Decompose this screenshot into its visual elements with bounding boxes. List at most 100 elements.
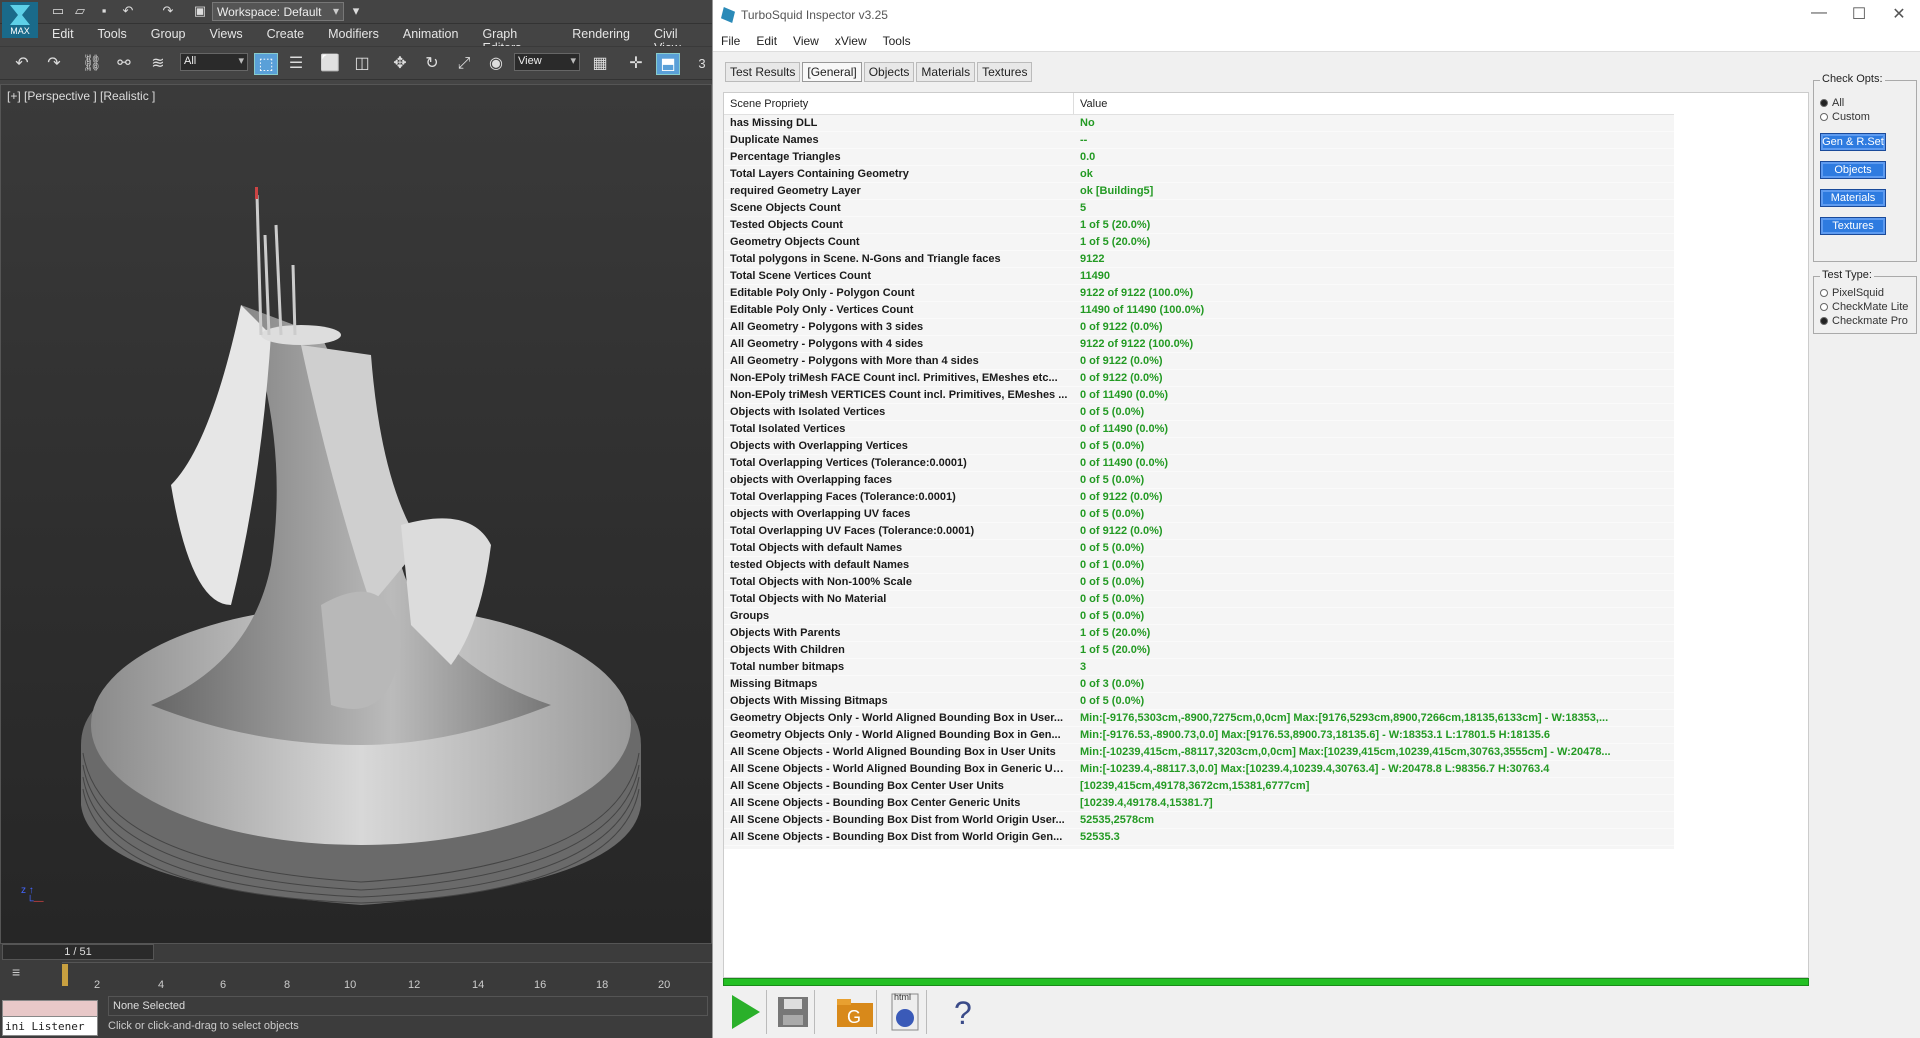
select-by-name-icon[interactable]: ☰ [284, 53, 308, 75]
materials-button[interactable]: Materials [1820, 189, 1886, 207]
menu-civil-view[interactable]: Civil View [642, 25, 712, 55]
table-row[interactable]: Objects With Missing Bitmaps 0 of 5 (0.0%… [724, 693, 1674, 710]
menu-xview[interactable]: xView [827, 30, 875, 51]
table-row[interactable]: Scene Objects Count 5 [724, 200, 1674, 217]
table-row[interactable]: All Scene Objects - World Aligned Boundi… [724, 744, 1674, 761]
project-icon[interactable]: ▣ [190, 3, 210, 19]
table-row[interactable]: Objects with Overlapping Vertices 0 of 5 … [724, 438, 1674, 455]
table-row[interactable]: Percentage Triangles 0.0 [724, 149, 1674, 166]
menu-animation[interactable]: Animation [391, 25, 471, 45]
track-bar[interactable]: 2 4 6 8 10 12 14 16 18 20 [62, 962, 712, 991]
table-row[interactable]: All Scene Objects - Bounding Box Center … [724, 795, 1674, 812]
table-row[interactable]: All Scene Objects - World Aligned Boundi… [724, 761, 1674, 778]
table-row[interactable]: Duplicate Names -- [724, 132, 1674, 149]
open-file-icon[interactable]: ▱ [70, 3, 90, 19]
window-crossing-icon[interactable]: ◫ [350, 53, 374, 75]
menu-tools[interactable]: Tools [86, 25, 139, 45]
bind-space-warp-icon[interactable]: ≋ [146, 53, 170, 75]
viewport-label[interactable]: [+] [Perspective ] [Realistic ] [7, 89, 155, 103]
table-row[interactable]: Non-EPoly triMesh VERTICES Count incl. P… [724, 387, 1674, 404]
menu-rendering[interactable]: Rendering [560, 25, 642, 45]
selection-filter-dropdown[interactable]: All [180, 53, 248, 71]
table-row[interactable]: Total Objects with default Names 0 of 5 (… [724, 540, 1674, 557]
objects-button[interactable]: Objects [1820, 161, 1886, 179]
table-row[interactable]: Geometry Objects Count 1 of 5 (20.0%) [724, 234, 1674, 251]
tab-textures[interactable]: Textures [977, 62, 1033, 82]
table-row[interactable]: Total Objects with No Material 0 of 5 (0.… [724, 591, 1674, 608]
menu-tools[interactable]: Tools [875, 30, 919, 51]
ref-coord-dropdown[interactable]: View [514, 53, 580, 71]
rectangular-selection-icon[interactable]: ⬜ [318, 53, 342, 75]
snap-toggle-icon[interactable]: 3 [690, 53, 714, 75]
table-row[interactable]: Total Overlapping UV Faces (Tolerance:0.… [724, 523, 1674, 540]
run-button[interactable] [723, 990, 767, 1034]
table-row[interactable]: Missing Bitmaps 0 of 3 (0.0%) [724, 676, 1674, 693]
test-type-pixelsquid[interactable]: PixelSquid [1820, 287, 1910, 299]
table-row[interactable]: Editable Poly Only - Polygon Count 9122 o… [724, 285, 1674, 302]
manipulate-icon[interactable]: ✛ [624, 53, 648, 75]
menu-views[interactable]: Views [197, 25, 254, 45]
help-button[interactable]: ? [943, 990, 987, 1034]
table-row[interactable]: Editable Poly Only - Vertices Count 11490… [724, 302, 1674, 319]
tab-test-results[interactable]: Test Results [725, 62, 801, 82]
menu-edit[interactable]: Edit [748, 30, 785, 51]
menu-modifiers[interactable]: Modifiers [316, 25, 391, 45]
time-slider[interactable]: 1 / 51 [2, 944, 154, 960]
menu-create[interactable]: Create [255, 25, 317, 45]
move-icon[interactable]: ✥ [388, 53, 412, 75]
undo-icon[interactable]: ↶ [118, 3, 138, 19]
building-model[interactable] [71, 185, 651, 925]
results-grid[interactable]: Scene Propriety Value has Missing DLL No D… [723, 92, 1809, 978]
menu-file[interactable]: File [713, 30, 748, 51]
test-type-checkmate-lite[interactable]: CheckMate Lite [1820, 301, 1910, 313]
table-row[interactable]: Total Objects with Non-100% Scale 0 of 5 … [724, 574, 1674, 591]
minimize-icon[interactable]: — [1803, 4, 1835, 22]
table-row[interactable]: All Geometry - Polygons with 3 sides 0 of… [724, 319, 1674, 336]
current-frame-marker[interactable] [62, 964, 68, 986]
table-row[interactable]: Total number bitmaps 3 [724, 659, 1674, 676]
table-row[interactable]: Geometry Objects Only - World Aligned Bo… [724, 727, 1674, 744]
save-file-icon[interactable]: ▪ [94, 3, 114, 18]
menu-group[interactable]: Group [139, 25, 198, 45]
table-row[interactable]: Total Overlapping Vertices (Tolerance:0.… [724, 455, 1674, 472]
undo-icon[interactable]: ↶ [10, 53, 34, 75]
table-row[interactable]: Total polygons in Scene. N-Gons and Tria… [724, 251, 1674, 268]
table-row[interactable]: Total Isolated Vertices 0 of 11490 (0.0%) [724, 421, 1674, 438]
tab-general[interactable]: [General] [802, 62, 862, 82]
table-row[interactable]: All Scene Objects - Bounding Box Dist fr… [724, 812, 1674, 829]
table-row[interactable]: Total Scene Vertices Count 11490 [724, 268, 1674, 285]
perspective-viewport[interactable]: [+] [Perspective ] [Realistic ] z ↑ └— [0, 84, 712, 944]
scale-icon[interactable]: ⤢ [452, 53, 476, 75]
table-row[interactable]: Total Overlapping Faces (Tolerance:0.000… [724, 489, 1674, 506]
table-row[interactable]: Objects With Parents 1 of 5 (20.0%) [724, 625, 1674, 642]
check-opt-all[interactable]: All [1820, 97, 1910, 109]
table-row[interactable]: has Missing DLL No [724, 115, 1674, 132]
redo-icon[interactable]: ↷ [42, 53, 66, 75]
customize-icon[interactable]: ▾ [346, 3, 366, 19]
menu-view[interactable]: View [785, 30, 827, 51]
table-row[interactable]: Geometry Objects Only - World Aligned Bo… [724, 710, 1674, 727]
open-folder-button[interactable]: G [833, 990, 877, 1034]
table-row[interactable]: Non-EPoly triMesh FACE Count incl. Primi… [724, 370, 1674, 387]
table-row[interactable]: All Geometry - Polygons with More than 4… [724, 353, 1674, 370]
tab-objects[interactable]: Objects [863, 62, 915, 82]
table-row[interactable]: Objects With Children 1 of 5 (20.0%) [724, 642, 1674, 659]
table-row[interactable]: objects with Overlapping UV faces 0 of 5 … [724, 506, 1674, 523]
table-row[interactable]: All Geometry - Polygons with 4 sides 9122… [724, 336, 1674, 353]
gen-rset-button[interactable]: Gen & R.Set [1820, 133, 1886, 151]
table-row[interactable]: required Geometry Layer ok [Building5] [724, 183, 1674, 200]
table-row[interactable]: All Scene Objects - Bounding Box Center … [724, 778, 1674, 795]
maximize-icon[interactable]: ☐ [1843, 4, 1875, 24]
menu-edit[interactable]: Edit [40, 25, 86, 45]
rotate-icon[interactable]: ↻ [420, 53, 444, 75]
maxscript-listener-input[interactable]: ini Listener [2, 1016, 98, 1036]
link-icon[interactable]: ⛓ [80, 53, 104, 75]
table-row[interactable]: Tested Objects Count 1 of 5 (20.0%) [724, 217, 1674, 234]
pivot-center-icon[interactable]: ▦ [588, 53, 612, 75]
table-row[interactable]: Total Layers Containing Geometry ok [724, 166, 1674, 183]
select-object-icon[interactable]: ⬚ [254, 53, 278, 75]
max-logo[interactable]: MAX [2, 2, 38, 38]
table-row[interactable]: All Scene Objects - Bounding Box Dist fr… [724, 829, 1674, 846]
textures-button[interactable]: Textures [1820, 217, 1886, 235]
table-row[interactable]: Groups 0 of 5 (0.0%) [724, 608, 1674, 625]
